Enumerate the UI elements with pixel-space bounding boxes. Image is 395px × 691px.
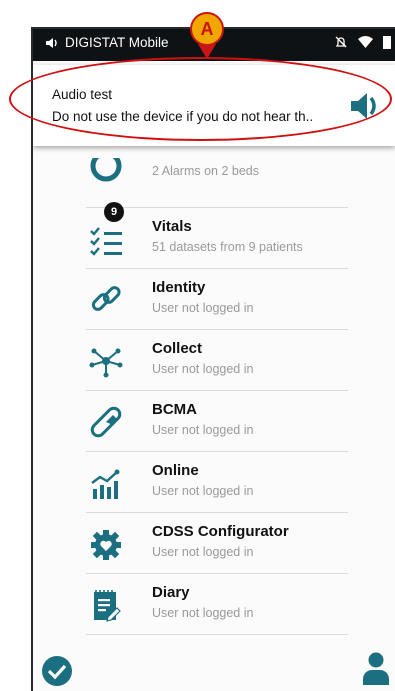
module-subtitle: User not logged in	[152, 423, 254, 437]
module-subtitle: User not logged in	[152, 545, 254, 559]
pill-icon	[90, 406, 122, 438]
battery-icon	[383, 36, 391, 49]
list-item-cdss-configurator[interactable]: CDSS Configurator User not logged in	[86, 513, 348, 574]
module-title: Identity	[152, 279, 206, 296]
module-subtitle: 51 datasets from 9 patients	[152, 240, 303, 254]
annotation-highlight	[9, 57, 392, 141]
network-icon	[89, 348, 123, 378]
list-item-identity[interactable]: Identity User not logged in	[86, 269, 348, 330]
list-item-collect[interactable]: Collect User not logged in	[86, 330, 348, 391]
module-title: Diary	[152, 584, 190, 601]
alarm-icon	[90, 158, 122, 182]
module-list: 2 Alarms on 2 beds 9 Vitals 51 datasets …	[86, 147, 348, 635]
user-icon[interactable]	[362, 651, 390, 685]
module-title: CDSS Configurator	[152, 523, 289, 540]
list-item-vitals[interactable]: 9 Vitals 51 datasets from 9 patients	[86, 202, 348, 269]
module-title: BCMA	[152, 401, 197, 418]
notepad-icon	[94, 590, 121, 622]
alarm-off-icon	[335, 36, 347, 48]
app-name: DIGISTAT Mobile	[65, 35, 169, 50]
chart-icon	[91, 469, 120, 499]
wifi-icon	[358, 36, 373, 48]
gear-heart-icon	[91, 530, 121, 560]
module-subtitle: User not logged in	[152, 484, 254, 498]
annotation-marker: A	[190, 12, 224, 46]
module-title: Collect	[152, 340, 203, 357]
list-item-diary[interactable]: Diary User not logged in	[86, 574, 348, 635]
module-subtitle: User not logged in	[152, 301, 254, 315]
speaker-icon	[46, 37, 57, 48]
link-icon	[91, 286, 121, 311]
module-title: Online	[152, 462, 199, 479]
check-circle-icon[interactable]	[41, 655, 73, 687]
module-title: Vitals	[152, 218, 192, 235]
list-item-alarms[interactable]: 2 Alarms on 2 beds	[86, 147, 348, 208]
module-subtitle: User not logged in	[152, 606, 254, 620]
module-subtitle: User not logged in	[152, 362, 254, 376]
list-item-bcma[interactable]: BCMA User not logged in	[86, 391, 348, 452]
module-subtitle: 2 Alarms on 2 beds	[152, 164, 260, 178]
checklist-icon	[90, 227, 122, 256]
list-item-online[interactable]: Online User not logged in	[86, 452, 348, 513]
count-badge: 9	[104, 202, 124, 222]
annotation-marker-pointer	[198, 44, 216, 59]
